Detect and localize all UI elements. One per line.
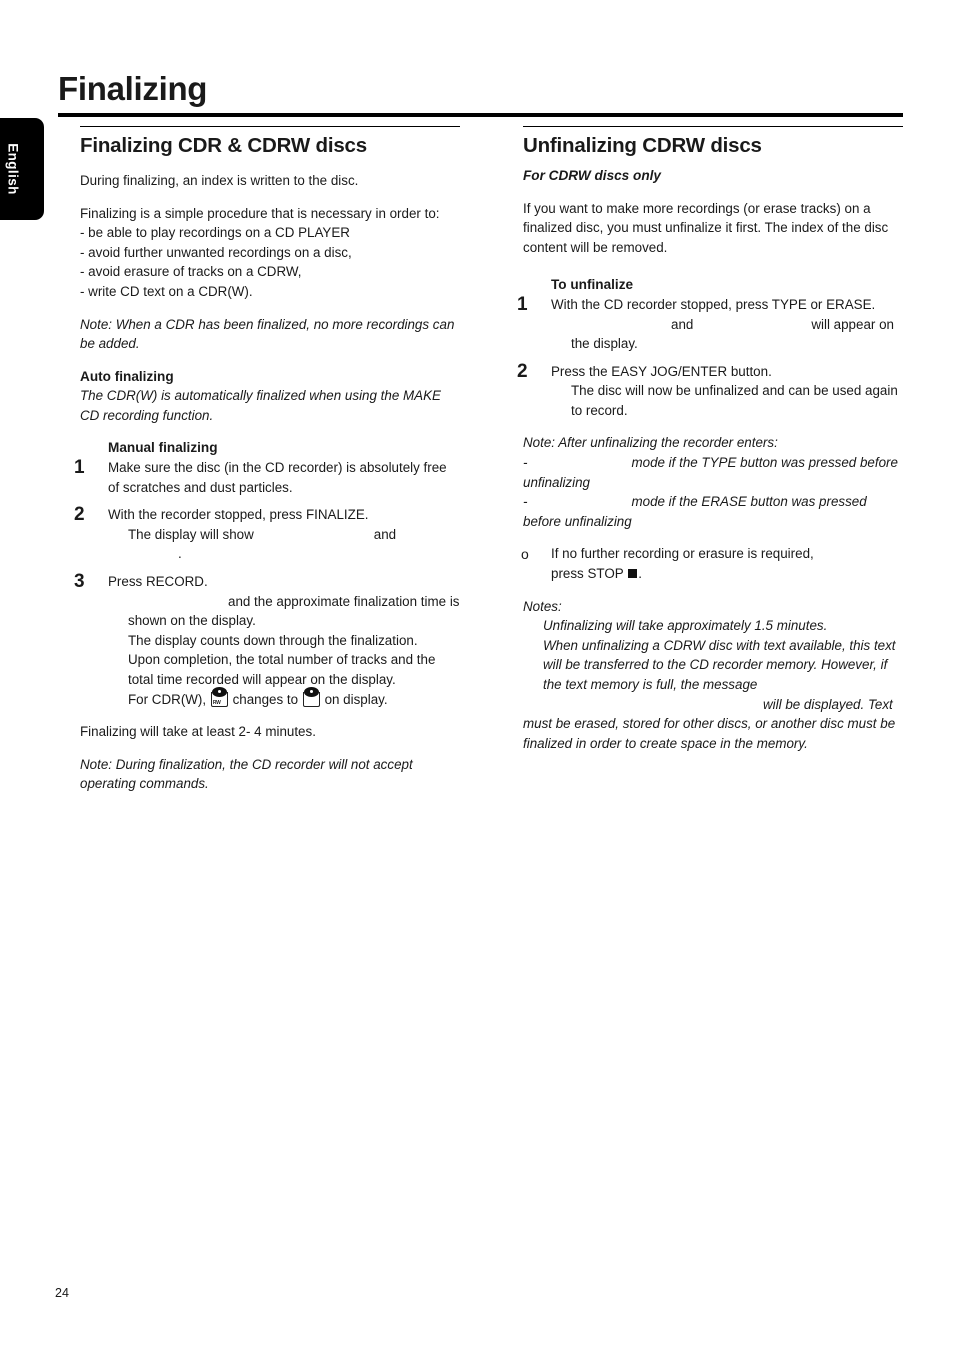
right-step-1-subline: and will appear on the display. bbox=[551, 315, 903, 354]
left-step-3: 3 Press RECORD. and the approximate fina… bbox=[74, 571, 460, 710]
right-step-2-text: Press the EASY JOG/ENTER button. bbox=[551, 363, 772, 379]
left-step-2-number: 2 bbox=[74, 504, 85, 526]
circle-bullet-icon: o bbox=[521, 546, 529, 563]
left-step-3-subline-3: Upon completion, the total number of tra… bbox=[128, 652, 436, 688]
icon-line-mid: changes to bbox=[232, 691, 299, 707]
right-subheading: For CDRW discs only bbox=[523, 167, 661, 183]
right-section-rule bbox=[523, 126, 903, 128]
right-step-1: 1 With the CD recorder stopped, press TY… bbox=[517, 294, 903, 354]
left-bullet-2: - avoid further unwanted recordings on a… bbox=[80, 244, 352, 260]
right-note-item-2-text: mode if the ERASE button was pressed bef… bbox=[523, 494, 867, 529]
right-note-line-2: When unfinalizing a CDRW disc with text … bbox=[523, 636, 903, 695]
right-bullet-item: o If no further recording or erasure is … bbox=[521, 544, 903, 584]
auto-finalizing-heading: Auto finalizing bbox=[80, 368, 174, 384]
right-step-2: 2 Press the EASY JOG/ENTER button. The d… bbox=[517, 361, 903, 421]
language-tab-label: English bbox=[5, 143, 21, 195]
right-bullet-line-2-suffix: . bbox=[638, 566, 642, 582]
right-step-1-number: 1 bbox=[517, 293, 528, 315]
language-tab-english: English bbox=[0, 118, 44, 220]
left-bullet-3: - avoid erasure of tracks on a CDRW, bbox=[80, 264, 302, 280]
right-intro: If you want to make more recordings (or … bbox=[523, 200, 889, 255]
right-step-2-subline: The disc will now be unfinalized and can… bbox=[571, 383, 898, 418]
right-note-item-2-dash: - bbox=[523, 494, 528, 510]
left-column: Finalizing CDR & CDRW discs During final… bbox=[58, 126, 460, 794]
disc-cdr-icon bbox=[302, 686, 320, 707]
left-step-1-text: Make sure the disc (in the CD recorder) … bbox=[108, 460, 447, 495]
right-bullet-line-2: press STOP . bbox=[551, 564, 903, 584]
page-number: 24 bbox=[55, 1286, 69, 1300]
right-bullet-line-1: If no further recording or erasure is re… bbox=[551, 546, 814, 562]
left-step-2-sub-suffix: . bbox=[178, 546, 182, 562]
page-title: Finalizing bbox=[58, 70, 208, 107]
right-note-heading: Note: After unfinalizing the recorder en… bbox=[523, 435, 778, 451]
left-step-3-number: 3 bbox=[74, 571, 85, 593]
manual-finalizing-heading: Manual finalizing bbox=[108, 440, 218, 456]
stop-square-icon bbox=[628, 569, 638, 579]
right-note-item-1-text: mode if the TYPE button was pressed befo… bbox=[523, 455, 898, 490]
disc-rw-icon: RW bbox=[210, 686, 228, 707]
left-bullet-4: - write CD text on a CDR(W). bbox=[80, 283, 253, 299]
left-step-1-number: 1 bbox=[74, 457, 85, 479]
right-note-item-1-dash: - bbox=[523, 455, 528, 471]
title-divider bbox=[58, 113, 903, 117]
left-note-2: Note: During finalization, the CD record… bbox=[80, 756, 413, 792]
right-step-2-number: 2 bbox=[517, 360, 528, 382]
left-step-2-sub-mid: and bbox=[373, 526, 397, 542]
left-bullet-1: - be able to play recordings on a CD PLA… bbox=[80, 225, 350, 241]
left-step-3-icon-line: For CDR(W), RW changes to on display. bbox=[108, 686, 460, 710]
right-bullet-line-2-prefix: press STOP bbox=[551, 566, 624, 582]
right-step-1-sub-mid: and bbox=[671, 316, 694, 332]
right-step-1-sub-suffix: will appear on the display. bbox=[571, 316, 894, 352]
right-notes-heading: Notes: bbox=[523, 598, 562, 614]
left-section-heading: Finalizing CDR & CDRW discs bbox=[80, 134, 367, 158]
left-step-3-text: Press RECORD. bbox=[108, 574, 208, 590]
left-step-2-text: With the recorder stopped, press FINALIZ… bbox=[108, 507, 369, 523]
right-note-tail: will be displayed. Text must be erased, … bbox=[523, 695, 903, 754]
left-step-2-subline-2: . bbox=[108, 544, 460, 564]
icon-line-suffix: on display. bbox=[324, 691, 388, 707]
right-column: Unfinalizing CDRW discs For CDRW discs o… bbox=[517, 126, 903, 754]
left-step-2: 2 With the recorder stopped, press FINAL… bbox=[74, 504, 460, 564]
document-page: English Finalizing Finalizing CDR & CDRW… bbox=[0, 0, 954, 1351]
to-unfinalize-heading: To unfinalize bbox=[551, 277, 634, 293]
right-note-line-2-text: When unfinalizing a CDRW disc with text … bbox=[543, 637, 896, 693]
left-step-2-subline: The display will show and bbox=[108, 525, 460, 545]
left-note-1: Note: When a CDR has been finalized, no … bbox=[80, 316, 455, 352]
left-step-2-sub-prefix: The display will show bbox=[128, 526, 254, 542]
left-section-rule bbox=[80, 126, 460, 128]
left-step-1: 1 Make sure the disc (in the CD recorder… bbox=[74, 457, 460, 497]
right-step-1-text: With the CD recorder stopped, press TYPE… bbox=[551, 296, 876, 312]
auto-finalizing-text: The CDR(W) is automatically finalized wh… bbox=[80, 388, 441, 423]
disc-rw-label: RW bbox=[212, 699, 221, 706]
left-step-3-sub-1: and the approximate finalization time is… bbox=[128, 593, 460, 629]
left-step-3-subline-2: The display counts down through the fina… bbox=[128, 632, 418, 648]
right-note-item-2: - mode if the ERASE button was pressed be… bbox=[523, 492, 903, 531]
right-note-item-1: - mode if the TYPE button was pressed bef… bbox=[523, 453, 903, 492]
left-step-3-subline-1: and the approximate finalization time is… bbox=[108, 592, 460, 631]
left-duration-text: Finalizing will take at least 2- 4 minut… bbox=[80, 724, 316, 740]
right-note-line-1: Unfinalizing will take approximately 1.5… bbox=[543, 618, 828, 634]
right-note-tail-text: will be displayed. Text must be erased, … bbox=[523, 696, 896, 751]
left-intro-2: Finalizing is a simple procedure that is… bbox=[80, 205, 440, 221]
right-section-heading: Unfinalizing CDRW discs bbox=[523, 134, 762, 158]
left-intro-1: During finalizing, an index is written t… bbox=[80, 172, 359, 188]
icon-line-prefix: For CDR(W), bbox=[128, 691, 207, 707]
